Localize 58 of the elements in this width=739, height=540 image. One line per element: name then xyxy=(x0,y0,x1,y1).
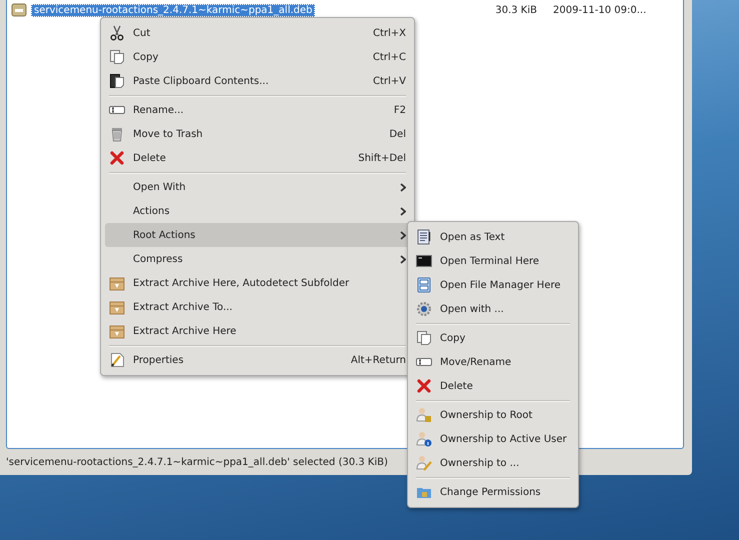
menu-item[interactable]: Copy xyxy=(412,326,574,350)
menu-item[interactable]: Delete xyxy=(412,374,574,398)
terminal-icon xyxy=(416,253,432,269)
scissors-icon xyxy=(109,25,125,41)
chevron-icon xyxy=(400,206,406,216)
text-document-icon xyxy=(416,229,432,245)
file-size: 30.3 KiB xyxy=(494,4,537,16)
copy-icon xyxy=(416,330,432,346)
menu-item[interactable]: Move to Trash Del xyxy=(105,122,410,146)
menu-item[interactable]: Ownership to Active User xyxy=(412,427,574,451)
menu-item[interactable]: Open File Manager Here xyxy=(412,273,574,297)
chevron-icon xyxy=(400,182,406,192)
menu-item[interactable]: Ownership to ... xyxy=(412,451,574,475)
chevron-icon xyxy=(400,230,406,240)
file-date: 2009-11-10 09:0... xyxy=(552,4,648,16)
menu-item[interactable]: Paste Clipboard Contents... Ctrl+V xyxy=(105,69,410,93)
gear-icon xyxy=(416,301,432,317)
menu-item[interactable]: Cut Ctrl+X xyxy=(105,21,410,45)
user-info-icon xyxy=(416,431,432,447)
menu-item[interactable]: Open With xyxy=(105,175,410,199)
copy-icon xyxy=(109,49,125,65)
shortcut-label: Alt+Return xyxy=(350,354,406,366)
menu-item[interactable]: Extract Archive To... xyxy=(105,295,410,319)
menu-item[interactable]: Ownership to Root xyxy=(412,403,574,427)
trash-icon xyxy=(109,126,125,142)
menu-item[interactable]: Delete Shift+Del xyxy=(105,146,410,170)
menu-item[interactable]: Compress xyxy=(105,247,410,271)
menu-item[interactable]: Actions xyxy=(105,199,410,223)
file-name[interactable]: servicemenu-rootactions_2.4.7.1~karmic~ppa1_all.deb xyxy=(31,4,316,16)
shortcut-label: Ctrl+X xyxy=(372,28,406,38)
shortcut-label: Ctrl+V xyxy=(372,76,406,86)
menu-item[interactable]: Properties Alt+Return xyxy=(105,348,410,372)
menu-item[interactable]: Open with ... xyxy=(412,297,574,321)
shortcut-label: Shift+Del xyxy=(357,152,406,164)
menu-item[interactable]: Copy Ctrl+C xyxy=(105,45,410,69)
menu-item[interactable]: Change Permissions xyxy=(412,480,574,504)
archive-box-icon xyxy=(109,323,125,339)
delete-icon xyxy=(416,378,432,394)
delete-icon xyxy=(109,150,125,166)
user-lock-icon xyxy=(416,407,432,423)
menu-item[interactable]: Extract Archive Here, Autodetect Subfolder xyxy=(105,271,410,295)
menu-item[interactable]: Open as Text xyxy=(412,225,574,249)
menu-item[interactable]: Move/Rename xyxy=(412,350,574,374)
archive-box-icon xyxy=(109,299,125,315)
file-cabinet-icon xyxy=(416,277,432,293)
chevron-icon xyxy=(400,254,406,264)
properties-icon xyxy=(109,352,125,368)
user-pencil-icon xyxy=(416,455,432,471)
shortcut-label: Del xyxy=(388,128,406,140)
status-text: 'servicemenu-rootactions_2.4.7.1~karmic~ppa1_all.deb' selected (30.3 KiB) xyxy=(6,456,388,468)
shortcut-label: Ctrl+C xyxy=(372,52,406,62)
paste-icon xyxy=(109,73,125,89)
archive-box-icon xyxy=(109,275,125,291)
menu-item[interactable]: Rename... F2 xyxy=(105,98,410,122)
menu-item[interactable]: Extract Archive Here xyxy=(105,319,410,343)
shortcut-label: F2 xyxy=(392,104,406,116)
menu-item[interactable]: Open Terminal Here xyxy=(412,249,574,273)
menu-item[interactable]: Root Actions xyxy=(105,223,410,247)
